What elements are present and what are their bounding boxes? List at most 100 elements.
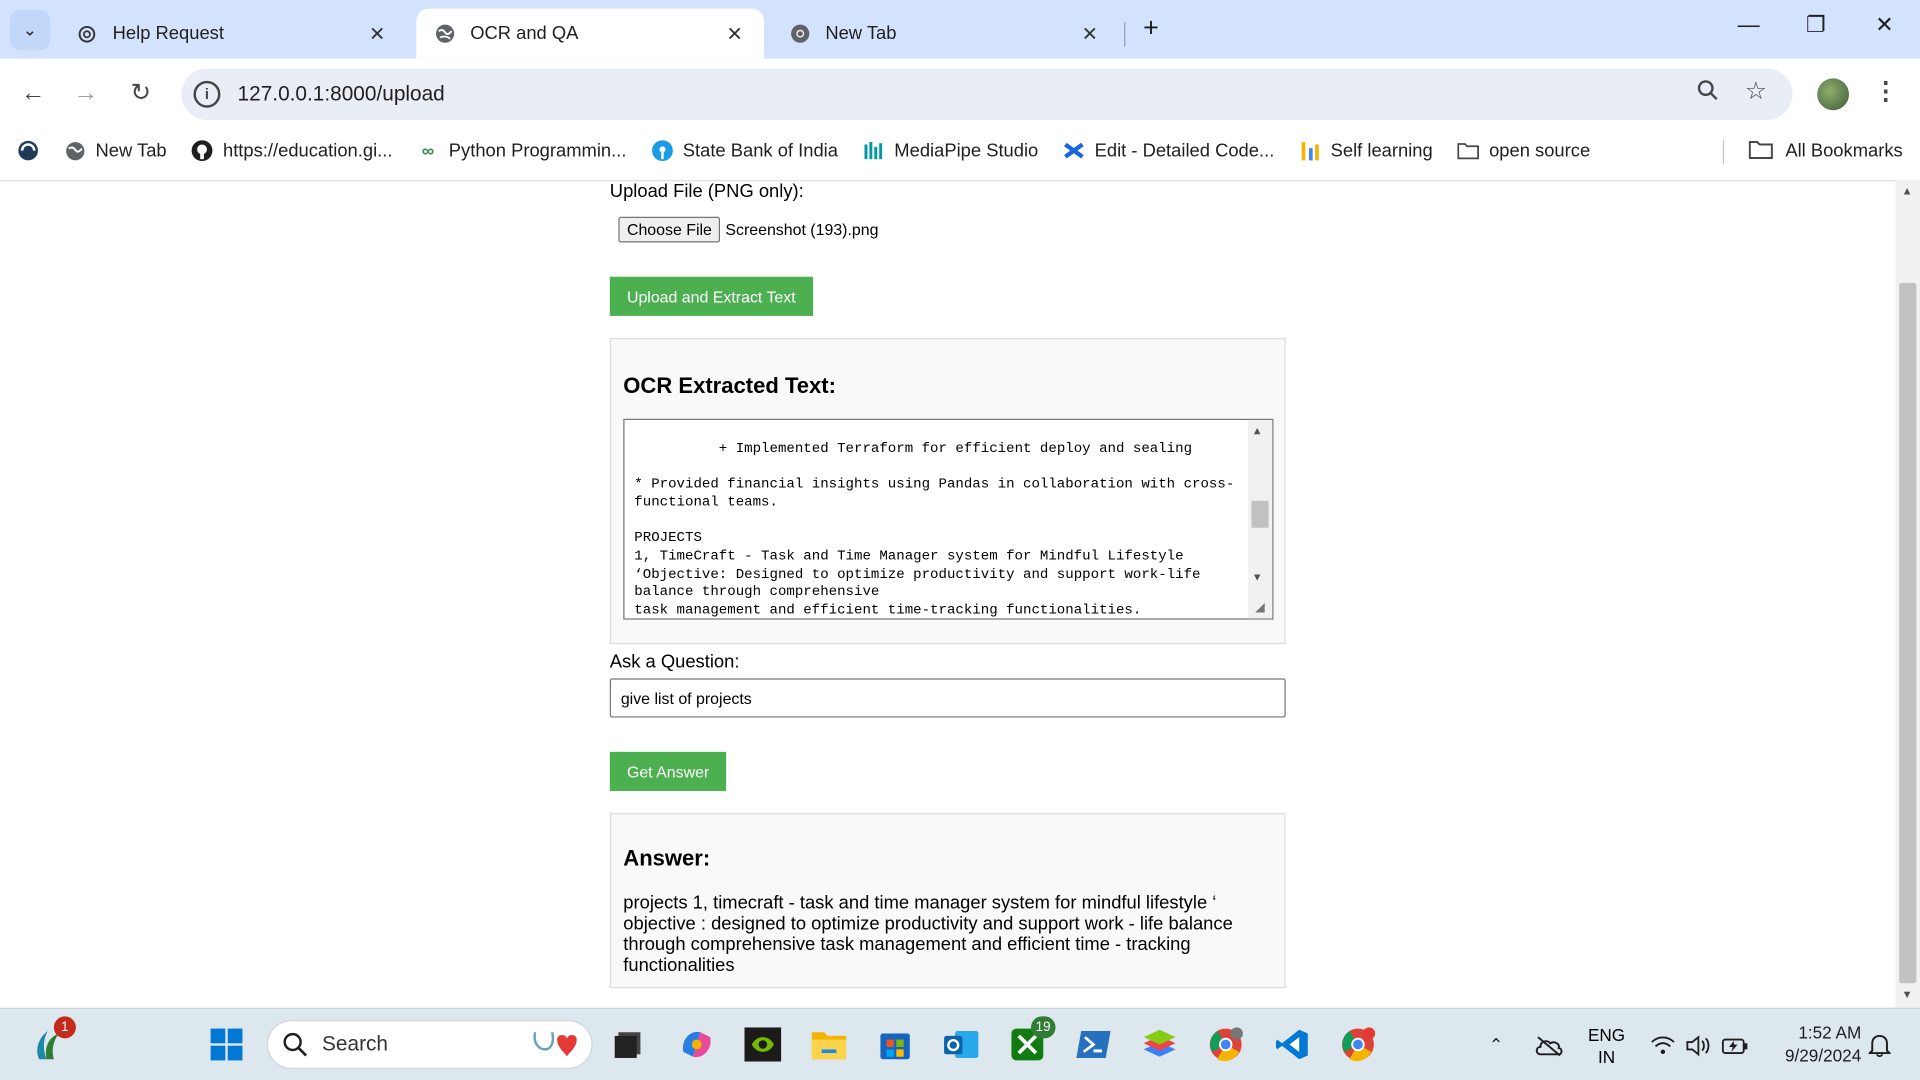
question-label: Ask a Question: [609,651,740,673]
chrome-icon[interactable] [1205,1024,1247,1066]
taskbar-clock[interactable]: 1:52 AM 9/29/2024 [1763,1021,1861,1068]
upload-extract-button[interactable]: Upload and Extract Text [609,276,813,316]
get-answer-button[interactable]: Get Answer [609,751,727,792]
wifi-icon[interactable] [1651,1009,1675,1080]
microsoft-store-icon[interactable] [874,1024,916,1066]
tab-help-request[interactable]: Help Request ✕ [59,9,407,59]
vscode-icon[interactable] [1271,1024,1313,1066]
ocr-heading: OCR Extracted Text: [623,373,836,398]
bookmark-label: open source [1489,140,1591,162]
region-code: IN [1597,1046,1616,1067]
close-icon[interactable]: ✕ [722,21,746,45]
bookmark-apps[interactable] [17,140,49,162]
tab-label: Help Request [112,23,224,45]
onedrive-offline-icon[interactable] [1534,1009,1563,1080]
bookmark-label: Self learning [1330,140,1433,162]
language-code: ENG [1587,1024,1626,1045]
tab-label: OCR and QA [470,23,579,45]
zoom-icon[interactable] [1697,80,1719,108]
battery-charging-icon[interactable] [1721,1009,1749,1080]
folder-icon [1457,140,1480,162]
url-text[interactable]: 127.0.0.1:8000/upload [238,82,445,106]
bookmark-mediapipe[interactable]: MediaPipe Studio [862,140,1038,162]
ocr-text[interactable]: + Implemented Terraform for efficient de… [634,440,1234,618]
close-icon[interactable]: ✕ [365,21,389,45]
all-bookmarks-button[interactable]: All Bookmarks [1748,130,1903,172]
start-windows-icon[interactable] [206,1024,248,1066]
search-icon [283,1032,308,1057]
profile-avatar[interactable] [1817,78,1849,111]
bookmark-open-source[interactable]: open source [1457,140,1590,162]
xbox-icon[interactable]: 19 [1007,1016,1056,1066]
bookmark-self-learning[interactable]: Self learning [1299,140,1433,162]
page-viewport: Upload File (PNG only): Choose File Scre… [0,180,1896,1008]
site-info-icon[interactable]: i [193,80,221,108]
outlook-icon[interactable] [940,1024,982,1066]
reload-icon[interactable]: ↻ [125,77,157,109]
scroll-down-icon[interactable]: ▼ [1902,988,1913,1000]
bookmark-label: State Bank of India [682,140,838,162]
ocr-form: Upload File (PNG only): Choose File Scre… [609,181,1286,989]
bookmark-label: New Tab [95,140,167,162]
page-scrollbar[interactable]: ▲ ▼ [1895,180,1920,1008]
scroll-thumb[interactable] [1251,500,1269,528]
taskbar-search[interactable]: Search [266,1020,593,1069]
volume-icon[interactable] [1685,1009,1712,1080]
resize-grip-icon[interactable]: ◢ [1255,601,1264,618]
windows-taskbar: 1 Search 19 ⌃ ENG IN 1:52 AM 9/29/2024 [0,1007,1920,1080]
bookmark-github-education[interactable]: https://education.gi... [191,140,392,162]
powershell-icon[interactable] [1073,1024,1115,1066]
chrome-profile-icon[interactable] [1337,1024,1379,1066]
restore-icon[interactable]: ❐ [1798,12,1835,38]
github-icon [191,140,213,162]
tab-separator [1124,22,1126,47]
file-name-text: Screenshot (193).png [725,220,879,239]
bookmark-label: https://education.gi... [222,140,393,162]
ocr-textarea[interactable]: + Implemented Terraform for efficient de… [623,418,1274,620]
copilot-icon[interactable] [676,1024,718,1066]
close-icon[interactable]: ✕ [1078,21,1102,45]
show-hidden-icons-chevron[interactable]: ⌃ [1489,1009,1503,1080]
menu-kebab-icon[interactable]: ⋮ [1873,76,1897,107]
address-bar[interactable]: i 127.0.0.1:8000/upload [181,68,1793,121]
bookmark-sbi[interactable]: State Bank of India [651,140,838,162]
bookmark-star-icon[interactable]: ☆ [1745,76,1767,107]
question-input[interactable]: give list of projects [609,678,1286,718]
search-placeholder: Search [322,1032,389,1056]
language-indicator[interactable]: ENG IN [1582,1024,1631,1068]
task-view-icon[interactable] [607,1024,649,1066]
stethoscope-heart-icon [530,1030,579,1068]
tab-new-tab[interactable]: New Tab ✕ [771,9,1119,59]
tab-ocr-and-qa[interactable]: OCR and QA ✕ [416,8,765,59]
tab-strip: ⌄ Help Request ✕ OCR and QA ✕ New Tab ✕ … [0,0,1920,59]
answer-heading: Answer: [623,846,711,871]
scroll-up-icon[interactable]: ▲ [1254,424,1261,442]
notifications-bell-icon[interactable] [1868,1009,1891,1080]
bookmark-new-tab[interactable]: New Tab [64,140,167,162]
widgets-icon[interactable]: 1 [27,1016,76,1066]
forward-arrow-icon[interactable]: → [70,77,102,109]
file-explorer-icon[interactable] [808,1024,850,1066]
minimize-icon[interactable]: — [1730,12,1767,38]
nvidia-icon[interactable] [742,1024,784,1066]
back-arrow-icon[interactable]: ← [17,77,49,109]
bookmark-label: MediaPipe Studio [894,140,1039,162]
globe-icon [433,23,455,45]
window-close-icon[interactable]: ✕ [1866,12,1903,38]
browser-toolbar: ← → ↻ i 127.0.0.1:8000/upload ☆ ⋮ [0,58,1920,130]
question-value[interactable]: give list of projects [621,689,752,707]
bluestacks-icon[interactable] [1139,1024,1181,1066]
bookmark-edit-detailed[interactable]: Edit - Detailed Code... [1063,140,1274,162]
scroll-up-icon[interactable]: ▲ [1902,185,1913,197]
apps-swirl-icon [17,140,39,162]
answer-text: projects 1, timecraft - task and time ma… [623,892,1233,976]
scroll-down-icon[interactable]: ▼ [1254,569,1261,587]
textarea-scrollbar[interactable]: ▲ ▼ ◢ [1247,420,1273,619]
bookmark-python[interactable]: ∞ Python Programmin... [417,140,627,162]
tab-search-button[interactable]: ⌄ [9,9,51,51]
new-tab-plus-icon[interactable]: + [1136,14,1165,44]
scroll-thumb[interactable] [1899,282,1917,984]
choose-file-button[interactable]: Choose File [618,216,721,243]
file-input[interactable]: Choose File Screenshot (193).png [618,216,1285,243]
sbi-icon [651,140,673,162]
